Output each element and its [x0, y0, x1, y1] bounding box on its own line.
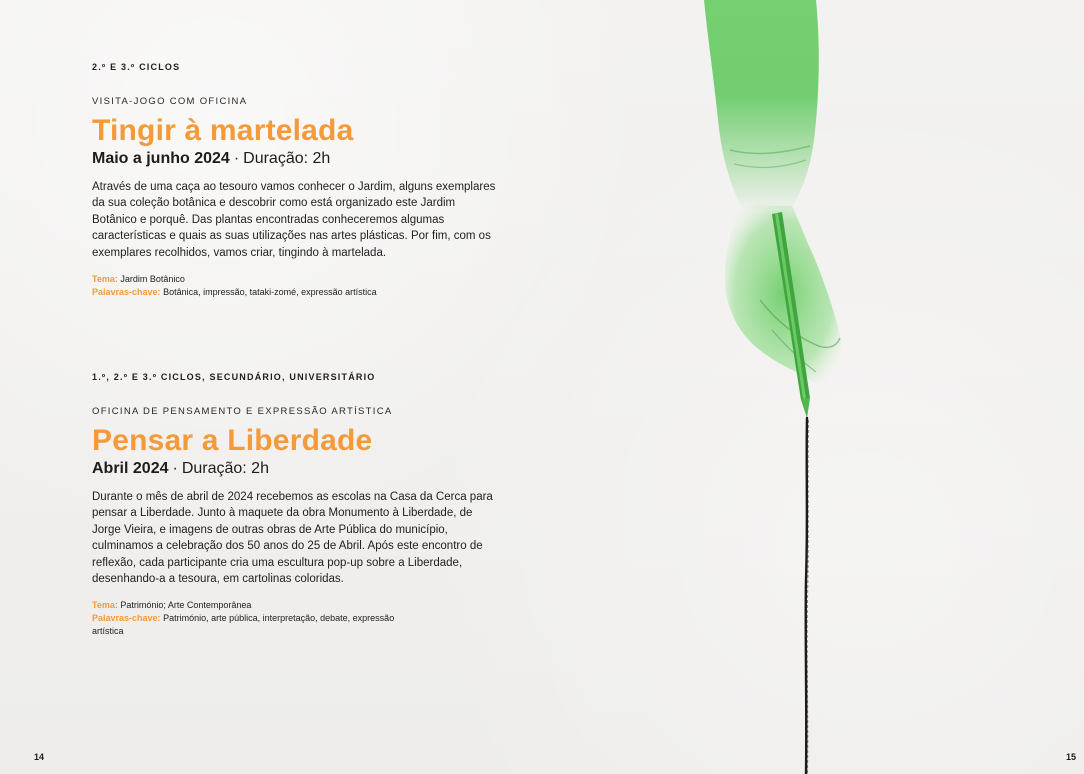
theme-line: Tema: Património; Arte Contemporânea: [92, 599, 502, 612]
theme-value: Jardim Botânico: [120, 274, 185, 285]
activity-tingir: 2.º e 3.º ciclos Visita-jogo com oficina…: [92, 62, 502, 299]
hand-drawing-line-illustration: [704, 0, 843, 774]
forearm-shape: [704, 0, 819, 212]
drawn-line: [804, 416, 809, 774]
activity-pensar-liberdade: 1.º, 2.º e 3.º ciclos, secundário, unive…: [92, 372, 502, 638]
meta-separator: ·: [233, 150, 240, 167]
activity-date: Maio a junho 2024: [92, 150, 230, 167]
activity-description: Através de uma caça ao tesouro vamos con…: [92, 181, 496, 259]
page-number-left: 14: [34, 752, 45, 762]
keywords-label: Palavras-chave:: [92, 287, 161, 298]
theme-label: Tema:: [92, 274, 118, 285]
activity-type: Visita-jogo com oficina: [92, 96, 248, 107]
activity-meta: Abril 2024 · Duração: 2h: [92, 459, 502, 479]
activity-date: Abril 2024: [92, 460, 169, 477]
left-page: 2.º e 3.º ciclos Visita-jogo com oficina…: [0, 0, 542, 774]
activity-duration: Duração: 2h: [243, 150, 331, 167]
keywords-label: Palavras-chave:: [92, 613, 161, 624]
pencil-tip: [801, 398, 810, 418]
school-level: 2.º e 3.º ciclos: [92, 62, 181, 72]
keywords-value: Botânica, impressão, tataki-zomé, expres…: [163, 287, 377, 298]
meta-separator: ·: [172, 460, 178, 477]
activity-title: Pensar a Liberdade: [92, 424, 373, 457]
theme-label: Tema:: [92, 600, 118, 611]
keywords-line: Palavras-chave: Botânica, impressão, tat…: [92, 286, 502, 299]
page-number-right: 15: [1065, 752, 1076, 762]
activity-meta: Maio a junho 2024 · Duração: 2h: [92, 149, 502, 169]
activity-title: Tingir à martelada: [92, 114, 354, 147]
theme-value: Património; Arte Contemporânea: [120, 600, 252, 611]
activity-type: Oficina de pensamento e expressão artíst…: [92, 406, 393, 417]
theme-line: Tema: Jardim Botânico: [92, 273, 502, 286]
keywords-line: Palavras-chave: Património, arte pública…: [92, 612, 422, 638]
activity-description: Durante o mês de abril de 2024 recebemos…: [92, 491, 493, 586]
school-level: 1.º, 2.º e 3.º ciclos, secundário, unive…: [92, 372, 376, 382]
activity-duration: Duração: 2h: [181, 460, 269, 477]
